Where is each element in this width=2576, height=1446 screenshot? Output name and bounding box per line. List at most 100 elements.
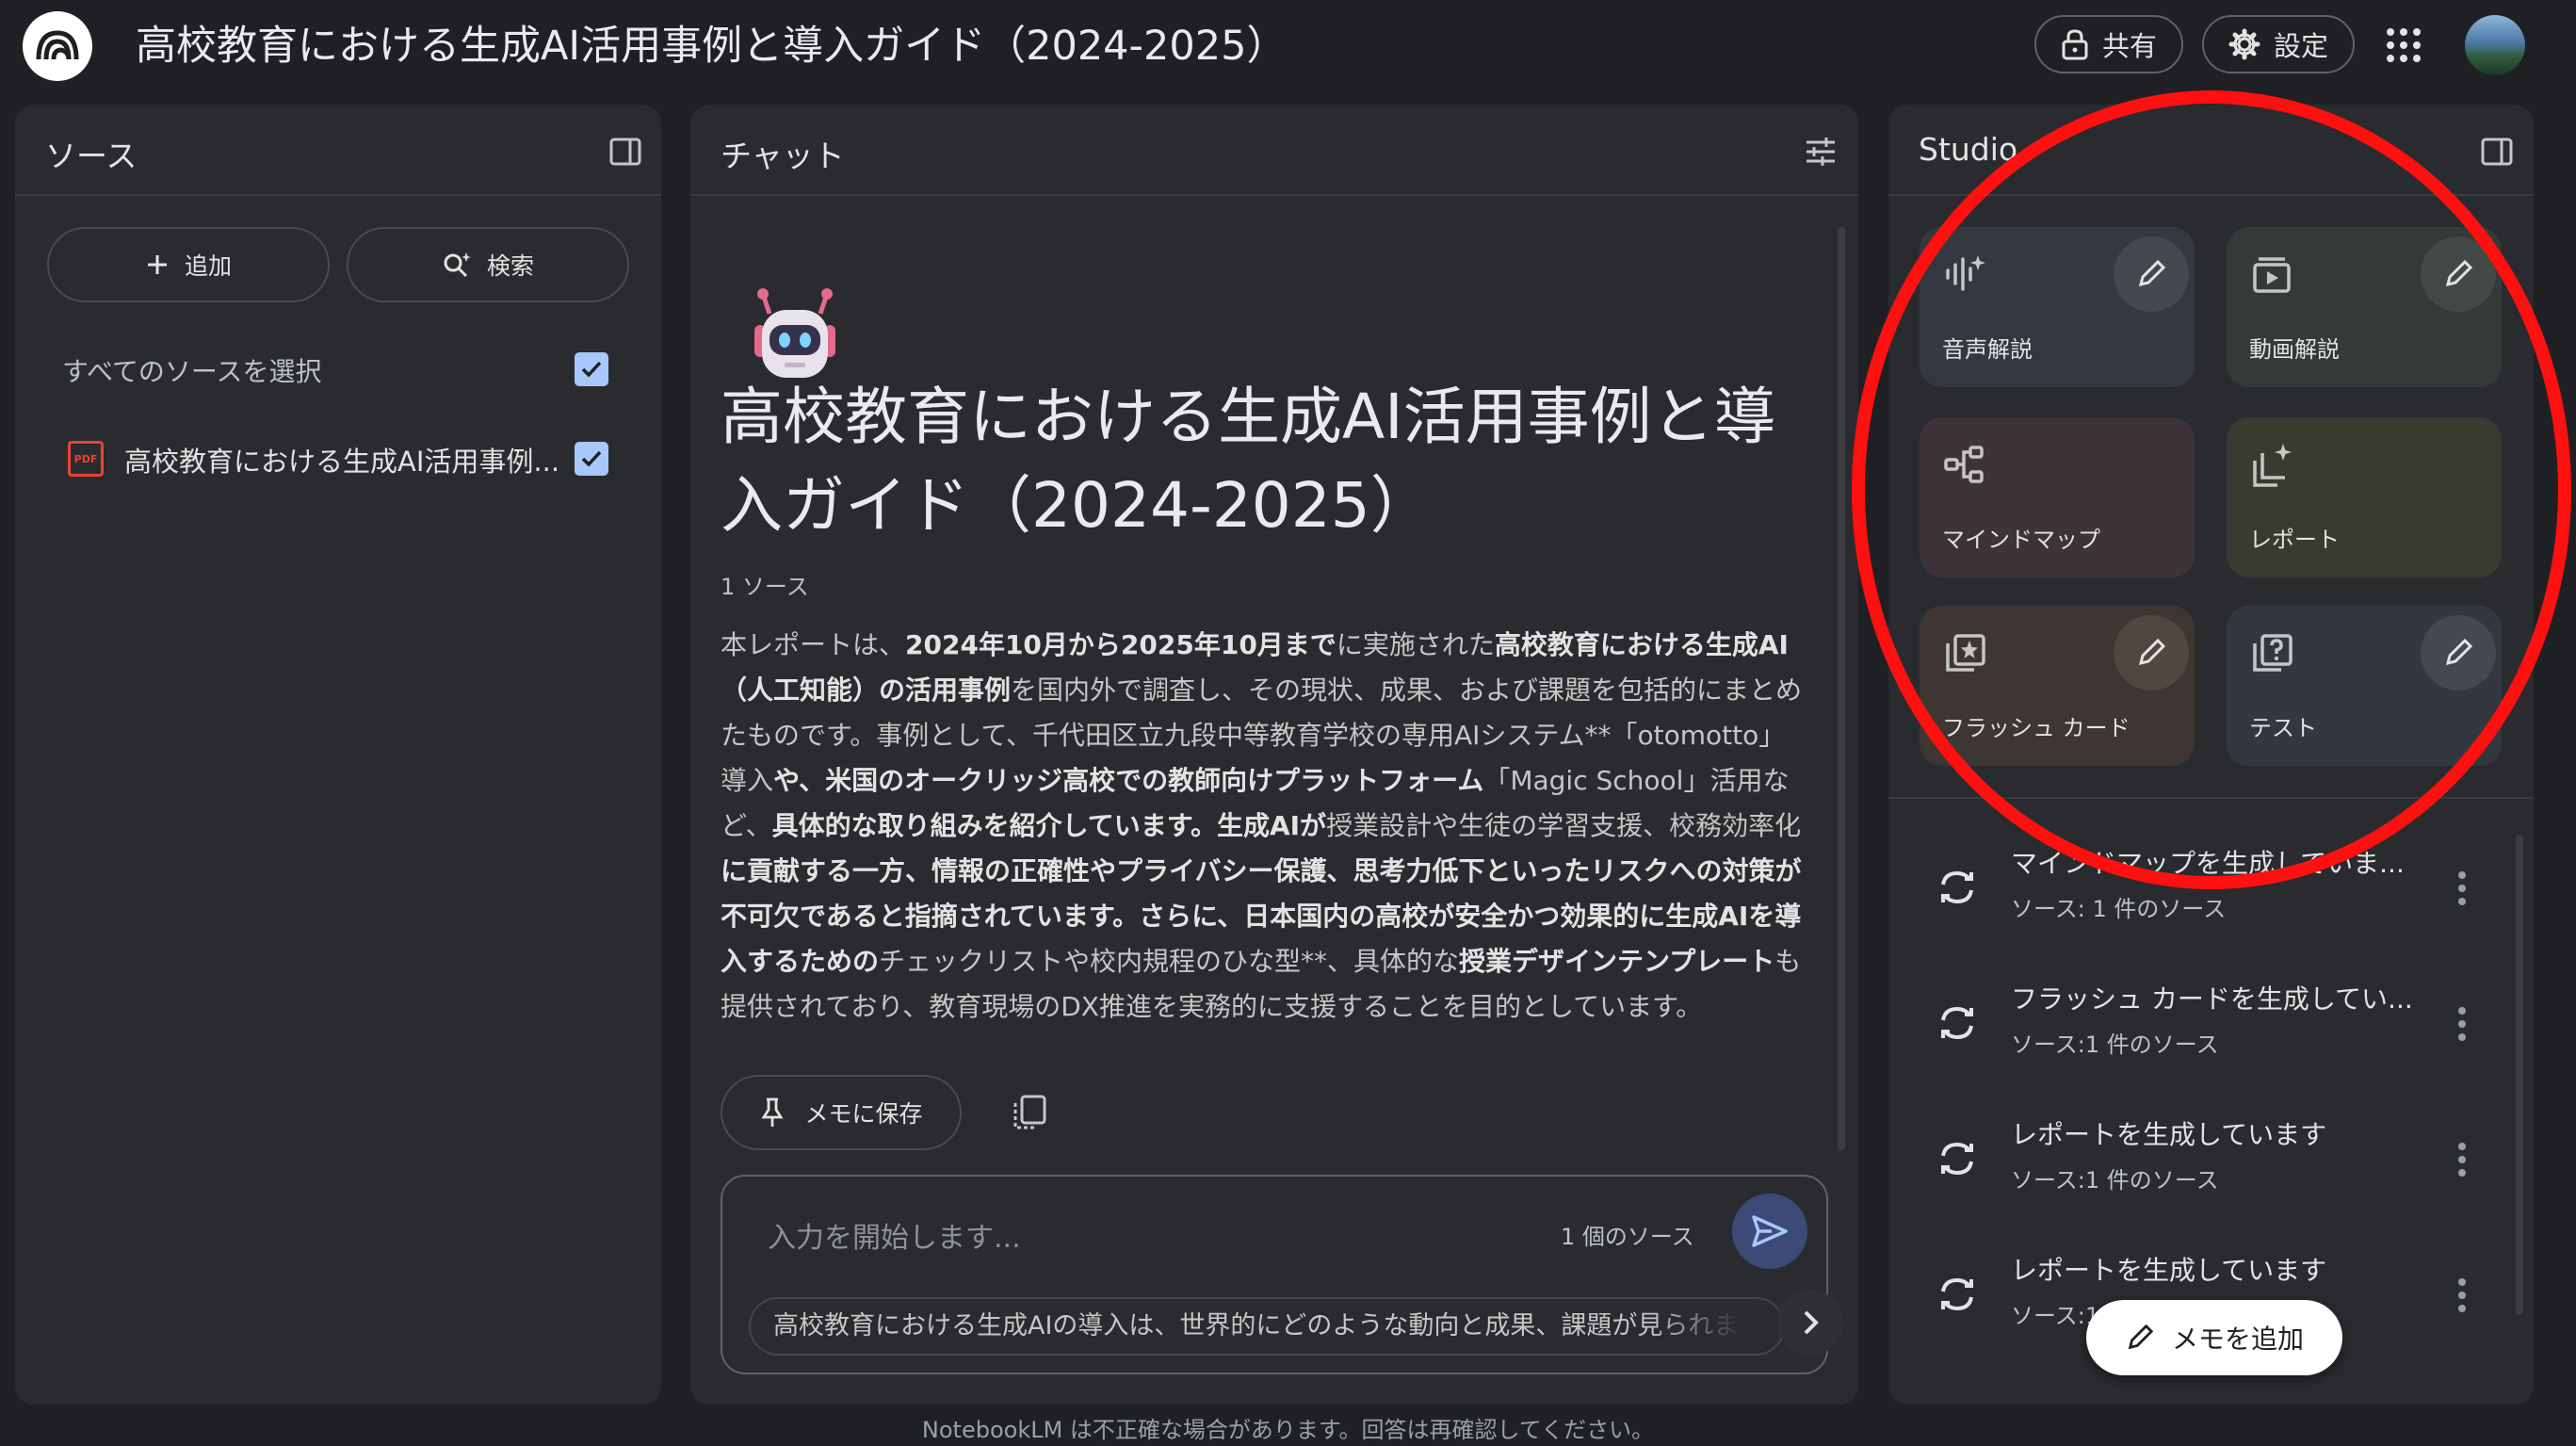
search-sparkle-icon: [444, 252, 471, 278]
generating-title: フラッシュ カードを生成してい...: [2011, 983, 2413, 1015]
notebook-heading: 高校教育における生成AI活用事例と導入ガイド（2024-2025）: [721, 381, 1776, 542]
studio-panel: Studio 音声解説 動画解説 マインドマップ レポート フラッシュ カード …: [1888, 105, 2534, 1405]
suggested-question-chip[interactable]: 高校教育における生成AIの導入は、世界的にどのような動向と成果、課題が見られます…: [749, 1297, 1785, 1356]
add-source-button[interactable]: 追加: [47, 227, 330, 302]
studio-scrollbar[interactable]: [2516, 835, 2523, 1315]
collapse-panel-icon[interactable]: [2480, 135, 2514, 169]
select-all-label: すべてのソースを選択: [62, 356, 322, 387]
generating-item[interactable]: レポートを生成しています ソース:1 件のソース: [1920, 1101, 2486, 1220]
tile-audio-overview[interactable]: 音声解説: [1920, 227, 2195, 387]
summary-segment: に実施された: [1336, 629, 1495, 660]
notebook-summary: 本レポートは、2024年10月から2025年10月までに実施された高校教育におけ…: [721, 623, 1804, 1030]
edit-button[interactable]: [2114, 236, 2189, 312]
generating-title: レポートを生成しています: [2011, 1255, 2327, 1286]
chevron-right-icon: [1804, 1310, 1819, 1335]
send-icon: [1752, 1215, 1788, 1247]
sync-icon: [1941, 1142, 1973, 1176]
chat-scrollbar[interactable]: [1838, 227, 1845, 1150]
search-source-label: 検索: [486, 252, 534, 280]
lock-icon: [2062, 29, 2088, 60]
pencil-icon: [2445, 638, 2473, 666]
generating-subtitle: ソース: 1 件のソース: [2011, 896, 2227, 922]
checkmark-icon: [581, 450, 602, 467]
disclaimer-text: NotebookLM は不正確な場合があります。回答は再確認してください。: [921, 1417, 1655, 1443]
input-source-count: 1 個のソース: [1561, 1224, 1694, 1250]
more-vert-icon[interactable]: [2457, 1141, 2467, 1178]
add-memo-button[interactable]: メモを追加: [2086, 1300, 2342, 1375]
pencil-icon: [2138, 638, 2166, 666]
chat-input-box[interactable]: 入力を開始します... 1 個のソース 高校教育における生成AIの導入は、世界的…: [721, 1175, 1843, 1374]
tile-report[interactable]: レポート: [2227, 417, 2502, 577]
video-play-icon: [2253, 257, 2291, 293]
tile-label: 音声解説: [1942, 336, 2033, 363]
sync-icon: [1941, 1277, 1973, 1311]
sync-icon: [1941, 870, 1973, 904]
generating-subtitle: ソース:1 件のソース: [2011, 1167, 2219, 1194]
pin-icon: [761, 1097, 785, 1127]
flashcard-icon: [1946, 634, 1985, 672]
generating-subtitle: ソース:1 件のソース: [2011, 1032, 2219, 1058]
summary-segment: 具体的な取り組みを紹介しています。生成AIが: [771, 810, 1327, 841]
apps-grid-icon[interactable]: [2385, 26, 2422, 64]
studio-title: Studio: [1919, 131, 2018, 168]
sources-title: ソース: [45, 138, 138, 174]
settings-button[interactable]: 設定: [2202, 15, 2356, 73]
quiz-icon: [2253, 634, 2292, 672]
generating-item[interactable]: マインドマップを生成していま... ソース: 1 件のソース: [1920, 830, 2486, 949]
more-vert-icon[interactable]: [2457, 869, 2467, 907]
next-suggestion-button[interactable]: [1777, 1290, 1843, 1356]
chat-panel: チャット 高校教育における生成AI活用事例と導入ガイド（2024-2025） 1…: [690, 105, 1858, 1405]
summary-segment: チェックリストや校内規程のひな型**、具体的な: [879, 946, 1460, 977]
search-source-button[interactable]: 検索: [347, 227, 629, 302]
send-button[interactable]: [1732, 1194, 1807, 1269]
add-source-label: 追加: [184, 252, 232, 280]
summary-segment: 本レポートは、: [721, 629, 906, 660]
pencil-icon: [2138, 259, 2166, 287]
more-vert-icon[interactable]: [2457, 1276, 2467, 1314]
pencil-icon: [2445, 259, 2473, 287]
summary-segment: や、米国のオークリッジ高校での教師向けプラットフォーム: [773, 765, 1484, 796]
source-checkbox[interactable]: [575, 442, 608, 476]
share-label: 共有: [2102, 30, 2158, 62]
tile-mind-map[interactable]: マインドマップ: [1920, 417, 2195, 577]
report-sparkle-icon: [2253, 444, 2292, 487]
tune-settings-icon[interactable]: [1804, 135, 1838, 169]
checkmark-icon: [581, 361, 602, 378]
edit-button[interactable]: [2114, 615, 2189, 691]
chat-input-field[interactable]: 入力を開始します...: [768, 1214, 1021, 1256]
tile-label: レポート: [2249, 527, 2340, 553]
share-button[interactable]: 共有: [2034, 15, 2184, 73]
select-all-checkbox[interactable]: [575, 352, 608, 386]
settings-label: 設定: [2274, 30, 2329, 62]
save-to-memo-button[interactable]: メモに保存: [721, 1075, 962, 1150]
summary-segment: 2024年10月から2025年10月まで: [905, 629, 1337, 660]
source-count: 1 ソース: [721, 574, 809, 600]
generating-item[interactable]: フラッシュ カードを生成してい... ソース:1 件のソース: [1920, 966, 2486, 1084]
summary-segment: 授業設計や生徒の学習支援、校務効率化: [1326, 810, 1802, 841]
sources-panel: ソース 追加 検索 すべてのソースを選択 PDF 高校教育における生成AI活用事…: [15, 105, 661, 1405]
gear-icon: [2228, 28, 2260, 60]
studio-divider: [1888, 797, 2534, 799]
chat-title: チャット: [721, 138, 845, 174]
edit-button[interactable]: [2421, 236, 2496, 312]
plus-icon: [147, 255, 167, 274]
avatar[interactable]: [2465, 15, 2525, 75]
tile-label: フラッシュ カード: [1942, 715, 2130, 741]
tile-flashcards[interactable]: フラッシュ カード: [1920, 606, 2195, 766]
sources-header: ソース: [15, 105, 661, 196]
edit-button[interactable]: [2421, 615, 2496, 691]
collapse-panel-icon[interactable]: [608, 135, 642, 169]
notebooklm-logo[interactable]: [23, 11, 92, 81]
save-to-memo-label: メモに保存: [804, 1100, 923, 1128]
generating-title: マインドマップを生成していま...: [2011, 848, 2405, 879]
notebook-title[interactable]: 高校教育における生成AI活用事例と導入ガイド（2024-2025）: [136, 13, 1287, 72]
source-name: 高校教育における生成AI活用事例...: [124, 446, 560, 478]
more-vert-icon[interactable]: [2457, 1005, 2467, 1043]
tile-video-overview[interactable]: 動画解説: [2227, 227, 2502, 387]
copy-icon[interactable]: [1011, 1094, 1048, 1131]
fade-overlay: [1651, 1299, 1783, 1354]
tile-quiz[interactable]: テスト: [2227, 606, 2502, 766]
pdf-icon: PDF: [68, 441, 104, 477]
pencil-icon: [2128, 1324, 2154, 1350]
top-bar: 高校教育における生成AI活用事例と導入ガイド（2024-2025） 共有 設定: [0, 0, 2576, 90]
